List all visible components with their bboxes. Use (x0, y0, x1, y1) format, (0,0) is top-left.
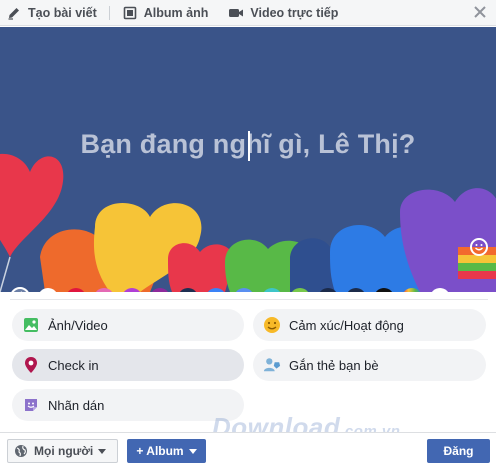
option-tag-friends-label: Gắn thẻ bạn bè (289, 357, 379, 373)
option-photo-video-label: Ảnh/Video (48, 317, 108, 333)
background-swatch[interactable] (402, 288, 422, 292)
audience-label: Mọi người (34, 444, 94, 458)
tab-live-video-label: Video trực tiếp (250, 5, 339, 20)
post-button[interactable]: Đăng (427, 439, 490, 463)
close-icon[interactable] (472, 4, 488, 20)
tab-create-post-label: Tạo bài viết (28, 5, 97, 20)
tab-photo-album-label: Album ảnh (143, 5, 209, 20)
chevron-down-icon (98, 448, 107, 454)
background-swatch[interactable] (66, 288, 86, 292)
location-pin-icon (22, 356, 40, 374)
add-album-label: + Album (136, 444, 184, 458)
tab-photo-album[interactable]: Album ảnh (116, 0, 215, 26)
pencil-icon (6, 5, 22, 21)
tab-divider (108, 5, 110, 20)
option-sticker[interactable]: Nhãn dán (12, 389, 244, 421)
sticker-icon (22, 396, 40, 414)
background-swatch[interactable] (178, 288, 198, 292)
background-swatch[interactable] (206, 288, 226, 292)
smiley-icon (263, 316, 281, 334)
divider (10, 299, 488, 300)
option-tag-friends[interactable]: Gắn thẻ bạn bè (253, 349, 486, 381)
background-swatch[interactable] (122, 288, 142, 292)
background-swatch-selected[interactable] (430, 288, 450, 292)
background-swatch[interactable] (262, 288, 282, 292)
background-swatch[interactable] (234, 288, 254, 292)
add-album-button[interactable]: + Album (127, 439, 206, 463)
option-check-in-label: Check in (48, 357, 99, 373)
background-swatch[interactable] (290, 288, 310, 292)
background-swatch[interactable] (38, 288, 58, 292)
background-swatch[interactable] (374, 288, 394, 292)
composer-footer: Mọi người + Album Đăng (0, 432, 496, 465)
option-check-in[interactable]: Check in (12, 349, 244, 381)
option-sticker-label: Nhãn dán (48, 397, 105, 413)
option-feeling-activity-label: Cảm xúc/Hoạt động (289, 317, 404, 333)
text-cursor (248, 131, 250, 161)
tag-friends-icon (263, 356, 281, 374)
post-button-label: Đăng (443, 444, 474, 458)
background-swatch[interactable] (150, 288, 170, 292)
video-camera-icon (228, 5, 244, 21)
option-photo-video[interactable]: Ảnh/Video (12, 309, 244, 341)
audience-selector-button[interactable]: Mọi người (7, 439, 118, 463)
background-swatch[interactable] (346, 288, 366, 292)
composer-background[interactable]: Bạn đang nghĩ gì, Lê Thị? (0, 27, 496, 292)
composer-tab-bar: Tạo bài viết Album ảnh Video trực tiếp (0, 0, 496, 26)
option-feeling-activity[interactable]: Cảm xúc/Hoạt động (253, 309, 486, 341)
background-swatch-row (0, 285, 496, 292)
emoji-picker-icon[interactable] (470, 238, 488, 256)
background-swatch[interactable] (94, 288, 114, 292)
photo-album-icon (122, 5, 138, 21)
tab-create-post[interactable]: Tạo bài viết (0, 0, 103, 26)
globe-icon (14, 444, 28, 458)
photo-icon (22, 316, 40, 334)
chevron-down-icon (188, 448, 197, 454)
chevron-left-icon[interactable] (10, 287, 30, 292)
tab-live-video[interactable]: Video trực tiếp (222, 0, 344, 26)
background-swatch[interactable] (318, 288, 338, 292)
